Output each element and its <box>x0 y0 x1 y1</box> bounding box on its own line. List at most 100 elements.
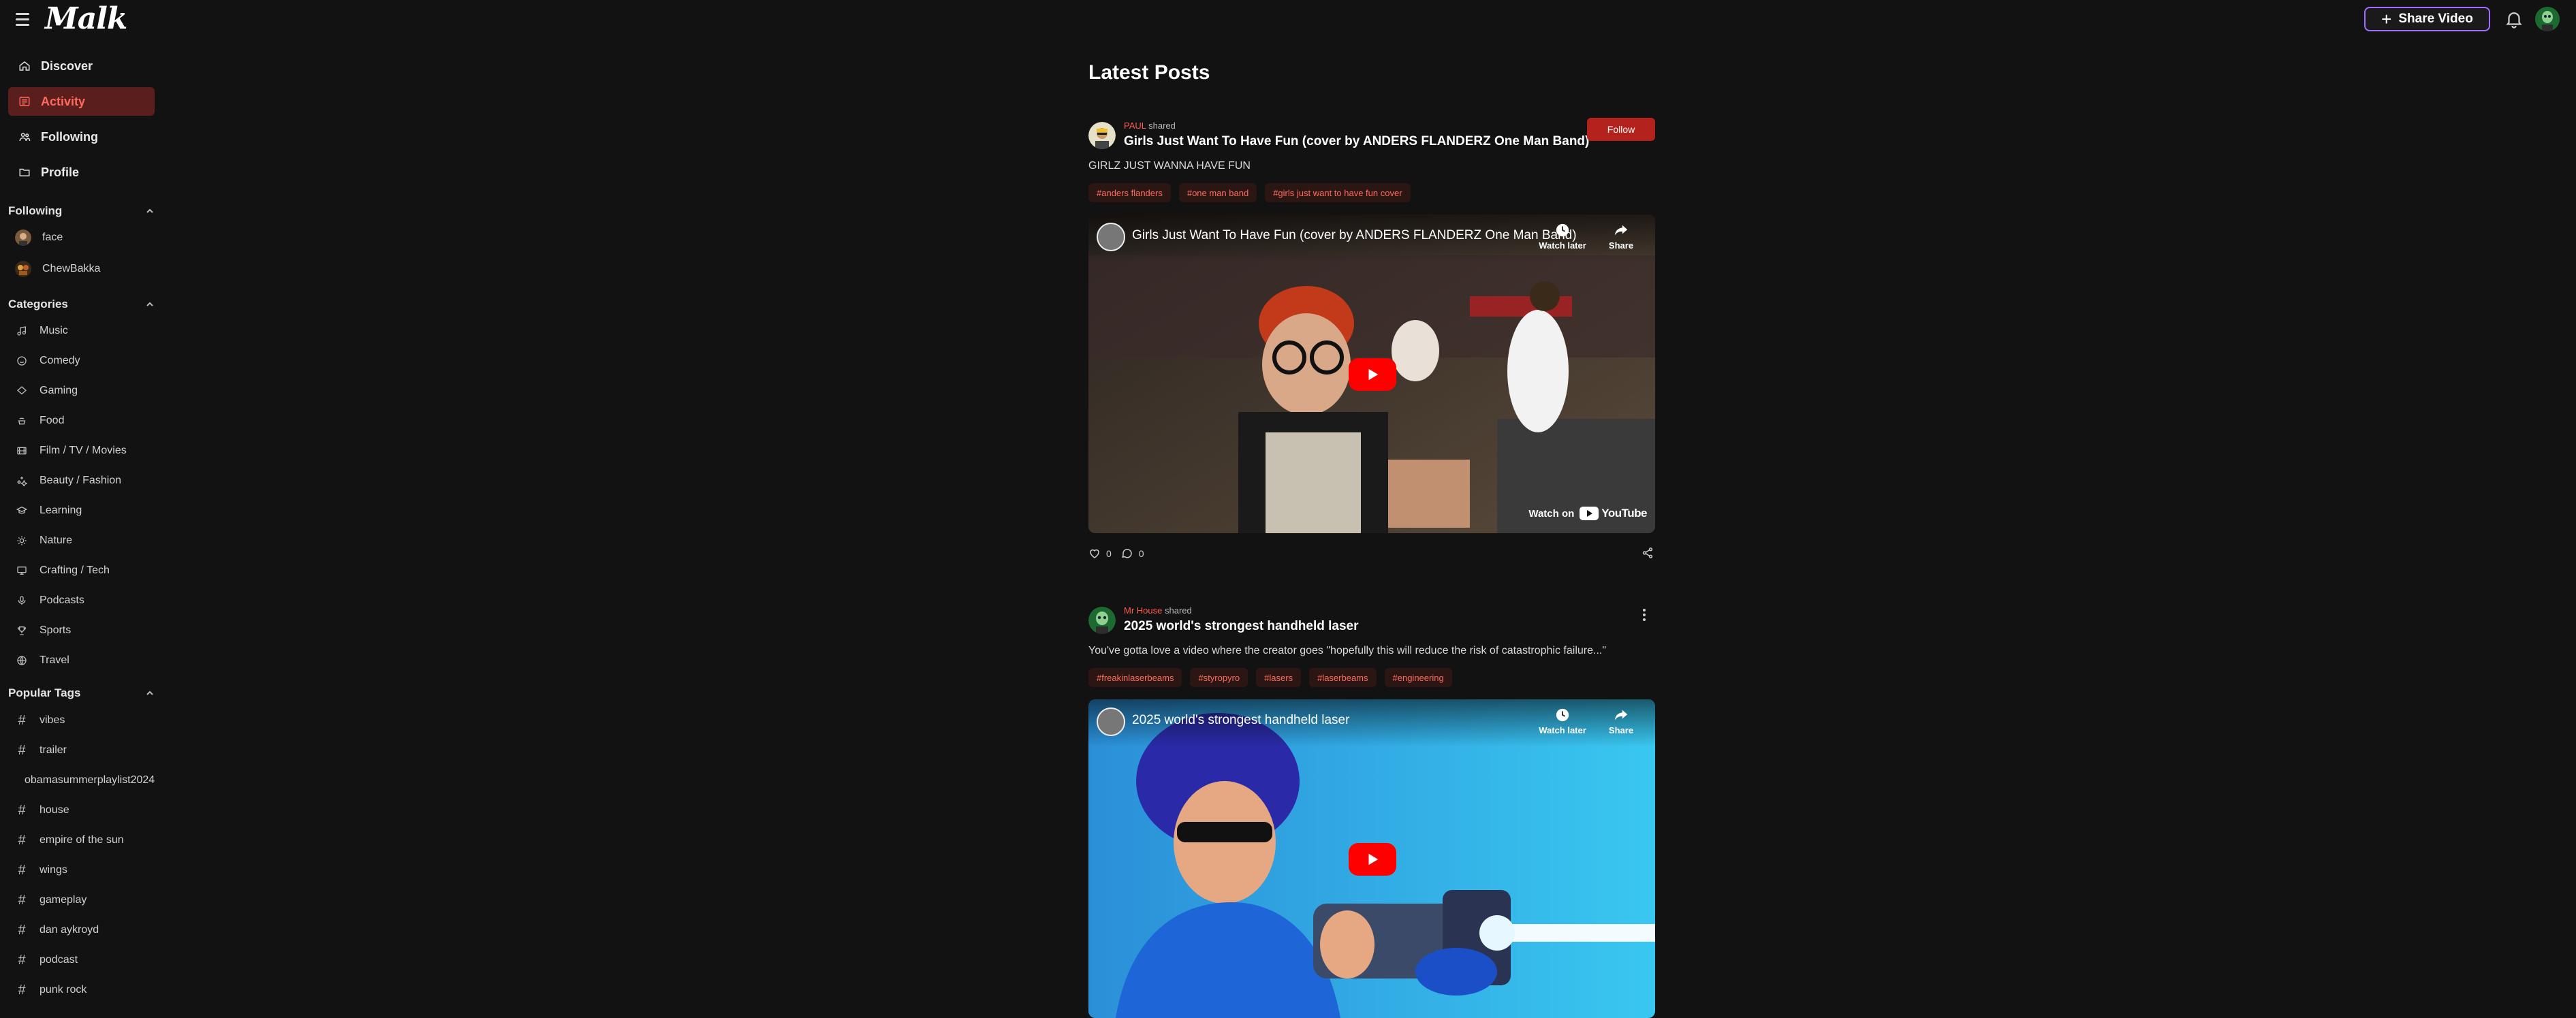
video-share-button[interactable]: Share <box>1594 223 1648 251</box>
tag-item-trailer[interactable]: # trailer <box>15 739 155 762</box>
app-logo[interactable]: Malk <box>45 1 127 36</box>
heart-icon <box>1090 549 1099 558</box>
category-podcasts[interactable]: Podcasts <box>15 589 155 612</box>
avatar[interactable] <box>1088 122 1116 149</box>
play-button[interactable] <box>1349 358 1396 391</box>
nav-label: Following <box>41 129 98 144</box>
share-icon[interactable] <box>1642 547 1654 561</box>
more-options-icon[interactable] <box>1637 605 1651 624</box>
watch-later-button[interactable]: Watch later <box>1535 223 1590 251</box>
comment-button[interactable]: 0 <box>1121 547 1144 560</box>
chevron-up-icon <box>146 690 153 695</box>
hash-icon: # <box>18 712 26 728</box>
tag-item-punk-rock[interactable]: # punk rock <box>15 979 155 999</box>
tag-item-dan-aykroyd[interactable]: # dan aykroyd <box>15 919 155 942</box>
youtube-icon <box>1580 507 1599 520</box>
post-actions: 0 0 <box>1088 540 1655 567</box>
nav-label: Profile <box>41 165 80 179</box>
users-icon <box>18 130 31 144</box>
hash-icon: # <box>18 832 26 848</box>
category-film[interactable]: Film / TV / Movies <box>15 439 155 462</box>
globe-icon <box>15 654 29 667</box>
nav-following[interactable]: Following <box>8 123 155 151</box>
share-video-button[interactable]: + Share Video <box>2364 7 2490 31</box>
post-tag[interactable]: #lasers <box>1256 668 1302 687</box>
tag-item-obamasummerplaylist2024[interactable]: obamasummerplaylist2024 <box>11 769 155 792</box>
tag-item-vibes[interactable]: # vibes <box>15 709 155 732</box>
tag-item-podcast[interactable]: # podcast <box>15 949 155 972</box>
category-nature[interactable]: Nature <box>15 529 155 552</box>
chevron-up-icon <box>146 302 153 306</box>
popular-tags-section-header[interactable]: Popular Tags <box>8 683 155 703</box>
categories-section-header[interactable]: Categories <box>8 294 155 315</box>
hash-icon: # <box>18 862 26 878</box>
activity-icon <box>18 95 31 108</box>
tag-item-gameplay[interactable]: # gameplay <box>15 889 155 912</box>
watch-later-label: Watch later <box>1539 725 1586 735</box>
video-title[interactable]: Girls Just Want To Have Fun (cover by AN… <box>1132 228 1577 243</box>
microphone-icon <box>15 594 29 607</box>
tag-item-wings[interactable]: # wings <box>15 859 155 882</box>
category-comedy[interactable]: Comedy <box>15 349 155 372</box>
post-header: Mr House shared 2025 world's strongest h… <box>1088 603 1655 643</box>
following-item-chewbakka[interactable]: ChewBakka <box>15 257 155 281</box>
top-bar: Malk + Share Video <box>0 0 2576 39</box>
watch-later-button[interactable]: Watch later <box>1535 707 1590 735</box>
play-icon <box>1368 853 1379 865</box>
comment-count: 0 <box>1138 548 1144 559</box>
channel-avatar[interactable] <box>1097 223 1125 251</box>
play-button[interactable] <box>1349 843 1396 876</box>
post-username[interactable]: PAUL <box>1124 121 1146 131</box>
category-learning[interactable]: Learning <box>15 499 155 522</box>
tag-label: trailer <box>40 744 67 756</box>
post-tag[interactable]: #girls just want to have fun cover <box>1265 183 1411 202</box>
nav-activity[interactable]: Activity <box>8 87 155 116</box>
video-embed[interactable]: 2025 world's strongest handheld laser Wa… <box>1088 699 1655 1018</box>
tag-item-house[interactable]: # house <box>15 799 155 822</box>
category-sports[interactable]: Sports <box>15 619 155 642</box>
following-item-face[interactable]: face <box>15 226 155 249</box>
category-gaming[interactable]: Gaming <box>15 379 155 402</box>
user-avatar[interactable] <box>2535 7 2560 31</box>
following-section-header[interactable]: Following <box>8 201 155 221</box>
category-music[interactable]: Music <box>15 319 155 343</box>
post-title[interactable]: 2025 world's strongest handheld laser <box>1124 619 1359 634</box>
post-tag[interactable]: #engineering <box>1384 668 1452 687</box>
tag-label: empire of the sun <box>40 834 124 846</box>
music-note-icon <box>15 324 29 338</box>
comment-icon <box>1122 549 1132 558</box>
post-tag[interactable]: #freakinlaserbeams <box>1088 668 1182 687</box>
category-crafting[interactable]: Crafting / Tech <box>15 559 155 582</box>
post-title[interactable]: Girls Just Want To Have Fun (cover by AN… <box>1124 134 1589 149</box>
nav-discover[interactable]: Discover <box>8 52 155 80</box>
video-embed[interactable]: Girls Just Want To Have Fun (cover by AN… <box>1088 214 1655 533</box>
video-share-button[interactable]: Share <box>1594 707 1648 735</box>
category-food[interactable]: Food <box>15 409 155 432</box>
tag-label: podcast <box>40 954 78 966</box>
hash-icon: # <box>18 952 26 968</box>
avatar[interactable] <box>1088 607 1116 634</box>
tag-label: vibes <box>40 714 65 726</box>
watch-on-youtube[interactable]: Watch on YouTube <box>1528 503 1647 524</box>
category-beauty[interactable]: Beauty / Fashion <box>15 469 155 492</box>
tag-label: punk rock <box>40 984 87 996</box>
like-button[interactable]: 0 <box>1088 547 1112 560</box>
hash-icon: # <box>18 982 26 998</box>
channel-avatar[interactable] <box>1097 707 1125 736</box>
category-travel[interactable]: Travel <box>15 649 155 672</box>
shared-line: PAUL shared <box>1124 121 1176 131</box>
post-tag[interactable]: #anders flanders <box>1088 183 1171 202</box>
post-tag[interactable]: #laserbeams <box>1309 668 1377 687</box>
nav-profile[interactable]: Profile <box>8 158 155 187</box>
clock-icon <box>1556 708 1569 722</box>
category-label: Comedy <box>40 355 80 366</box>
bell-icon[interactable] <box>2504 9 2524 29</box>
menu-icon[interactable] <box>14 10 31 28</box>
post-description: You've gotta love a video where the crea… <box>1088 645 1607 656</box>
post-username[interactable]: Mr House <box>1124 605 1162 616</box>
follow-button[interactable]: Follow <box>1587 118 1655 141</box>
post-tag[interactable]: #one man band <box>1178 183 1257 202</box>
post-tag[interactable]: #styropyro <box>1190 668 1248 687</box>
video-title[interactable]: 2025 world's strongest handheld laser <box>1132 713 1349 728</box>
tag-item-empire-of-the-sun[interactable]: # empire of the sun <box>15 829 155 852</box>
